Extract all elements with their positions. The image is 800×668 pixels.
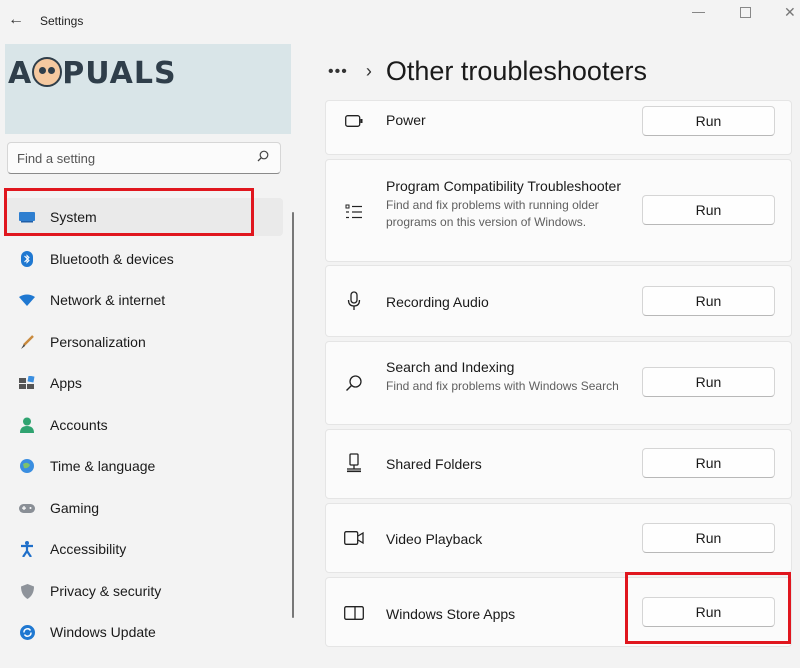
accessibility-icon	[19, 541, 35, 557]
logo-face-icon	[32, 57, 63, 87]
bluetooth-icon	[19, 251, 35, 267]
run-button-video-playback[interactable]: Run	[642, 523, 775, 553]
search-icon	[344, 373, 364, 393]
sidebar-item-gaming[interactable]: Gaming	[5, 489, 283, 527]
troubleshooter-title: Search and Indexing	[386, 359, 515, 375]
wifi-icon	[19, 292, 35, 308]
breadcrumb: ••• › Other troubleshooters	[328, 56, 647, 87]
update-icon	[19, 624, 35, 640]
back-button[interactable]: ←	[8, 11, 24, 29]
troubleshooter-card-shared-folders: Shared Folders Run	[325, 429, 792, 499]
troubleshooter-card-video-playback: Video Playback Run	[325, 503, 792, 573]
sidebar-item-windows-update[interactable]: Windows Update	[5, 613, 283, 651]
maximize-button[interactable]	[740, 7, 751, 18]
troubleshooter-title: Power	[386, 112, 426, 128]
close-button[interactable]: ✕	[784, 4, 796, 21]
appuals-logo: A PUALS	[8, 56, 177, 91]
sidebar-scrollbar[interactable]	[292, 212, 294, 618]
search-box[interactable]	[7, 142, 281, 174]
chevron-right-icon: ›	[365, 61, 372, 81]
troubleshooter-description: Find and fix problems with Windows Searc…	[386, 379, 619, 393]
video-icon	[344, 528, 364, 548]
battery-icon	[344, 111, 364, 131]
brush-icon	[19, 334, 35, 350]
title-bar: ← Settings — ✕	[0, 0, 800, 40]
search-icon[interactable]	[257, 150, 269, 162]
breadcrumb-overflow-button[interactable]: •••	[328, 63, 348, 81]
apps-icon	[19, 375, 35, 391]
minimize-button[interactable]: —	[692, 4, 705, 19]
troubleshooter-card-program-compatibility: Program Compatibility Troubleshooter Fin…	[325, 159, 792, 262]
sidebar-item-apps[interactable]: Apps	[5, 364, 283, 402]
troubleshooter-title: Program Compatibility Troubleshooter	[386, 178, 621, 194]
sidebar-item-network[interactable]: Network & internet	[5, 281, 283, 319]
run-button-recording-audio[interactable]: Run	[642, 286, 775, 316]
troubleshooter-title: Recording Audio	[386, 294, 489, 310]
store-apps-icon	[344, 603, 364, 623]
list-icon	[344, 202, 364, 222]
search-input[interactable]	[8, 143, 238, 173]
sidebar-item-personalization[interactable]: Personalization	[5, 323, 283, 361]
sidebar-item-accounts[interactable]: Accounts	[5, 406, 283, 444]
sidebar-item-bluetooth[interactable]: Bluetooth & devices	[5, 240, 283, 278]
troubleshooter-card-recording-audio: Recording Audio Run	[325, 265, 792, 337]
globe-clock-icon	[19, 458, 35, 474]
annotation-highlight-system	[4, 188, 254, 236]
troubleshooter-card-power: Power Run	[325, 100, 792, 155]
sidebar-item-accessibility[interactable]: Accessibility	[5, 530, 283, 568]
troubleshooter-description: Find and fix problems with running older…	[386, 198, 599, 229]
annotation-highlight-run-button	[625, 572, 791, 644]
sidebar-item-privacy[interactable]: Privacy & security	[5, 572, 283, 610]
person-icon	[19, 417, 35, 433]
troubleshooter-title: Shared Folders	[386, 456, 482, 472]
app-title: Settings	[40, 14, 84, 28]
run-button-search-indexing[interactable]: Run	[642, 367, 775, 397]
gamepad-icon	[19, 500, 35, 516]
run-button-shared-folders[interactable]: Run	[642, 448, 775, 478]
troubleshooter-title: Video Playback	[386, 531, 483, 547]
shield-icon	[19, 583, 35, 599]
microphone-icon	[344, 291, 364, 311]
troubleshooter-title: Windows Store Apps	[386, 606, 516, 622]
sidebar-item-time-language[interactable]: Time & language	[5, 447, 283, 485]
page-title: Other troubleshooters	[385, 56, 647, 86]
run-button-power[interactable]: Run	[642, 106, 775, 136]
shared-folder-icon	[344, 453, 364, 473]
troubleshooter-card-search-indexing: Search and Indexing Find and fix problem…	[325, 341, 792, 425]
run-button-program-compatibility[interactable]: Run	[642, 195, 775, 225]
